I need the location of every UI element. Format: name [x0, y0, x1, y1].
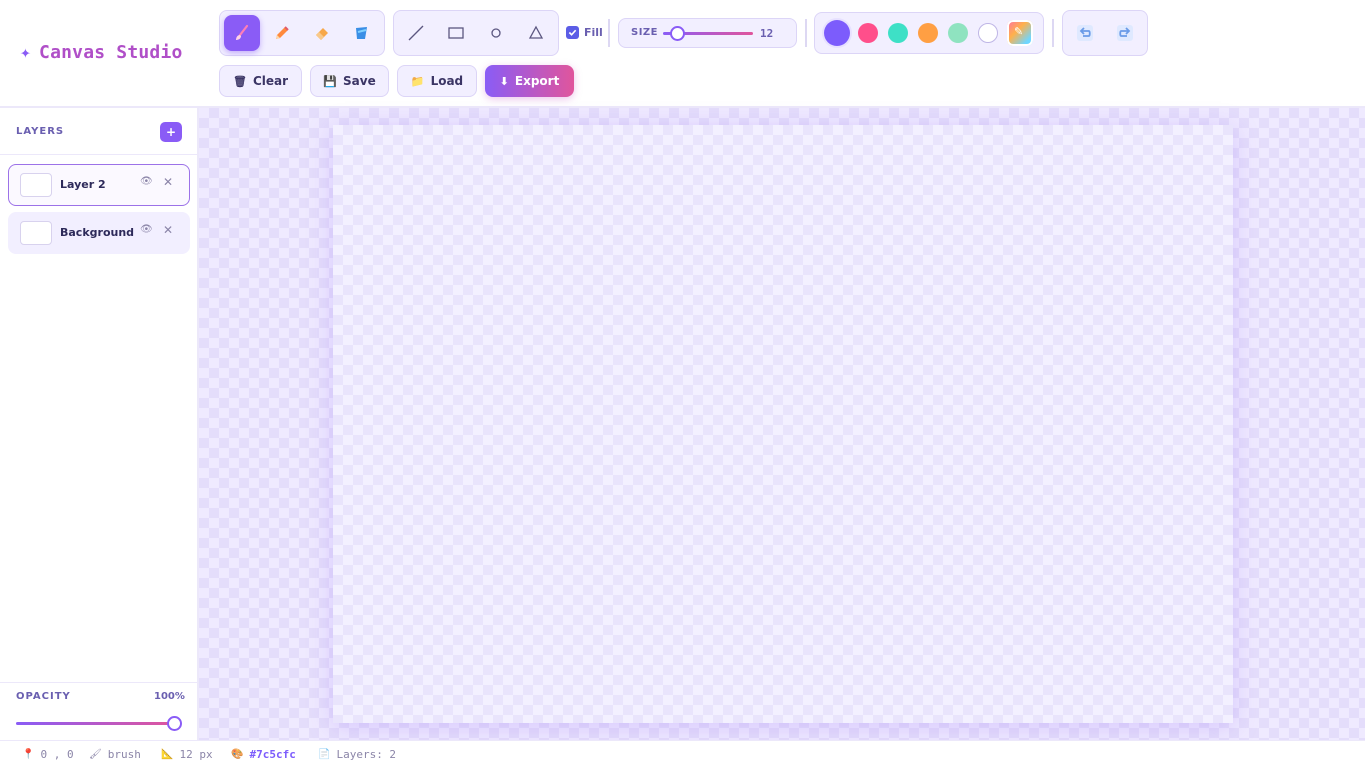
drawing-tools-group [219, 10, 385, 56]
top-toolbar: ✦ Canvas Studio Fill SIZE 12 ✎ 🗑 Clear 💾… [0, 0, 1365, 108]
workspace-area [199, 108, 1365, 740]
redo-button[interactable] [1107, 15, 1143, 51]
sparkle-icon: ✦ [20, 42, 32, 63]
brush-icon: 🖌 [89, 749, 102, 760]
status-tool: 🖌 brush [89, 748, 141, 761]
rectangle-icon [448, 27, 464, 39]
trash-icon: 🗑 [232, 74, 247, 88]
size-label: SIZE [631, 27, 659, 38]
bucket-icon [356, 27, 367, 39]
color-swatch-white[interactable] [978, 23, 998, 43]
line-tool-button[interactable] [398, 15, 434, 51]
status-layers: 📄 Layers: 2 [318, 748, 397, 761]
undo-button[interactable] [1067, 15, 1103, 51]
size-value: 12 [760, 27, 774, 40]
undo-icon [1077, 25, 1093, 41]
document-icon: 📄 [318, 749, 331, 760]
triangle-tool-button[interactable] [518, 15, 554, 51]
status-color: 🎨 #7c5cfc [231, 748, 296, 761]
layer-name: Layer 2 [60, 178, 106, 191]
export-button[interactable]: ⬇ Export [485, 65, 574, 97]
toolbar-divider [608, 19, 610, 47]
brush-size-control: SIZE 12 [618, 18, 797, 48]
eye-icon[interactable]: 👁 [140, 224, 153, 235]
triangle-icon [528, 25, 544, 39]
pencil-icon [276, 26, 289, 39]
line-icon [408, 25, 424, 41]
fill-label: Fill [584, 26, 603, 39]
shape-tools-group [393, 10, 559, 56]
pin-icon: 📍 [22, 749, 35, 760]
checkmark-icon [568, 29, 577, 36]
color-swatch-teal[interactable] [888, 23, 908, 43]
palette-icon: 🎨 [231, 749, 244, 760]
layer-item[interactable]: Background 👁 ✕ [8, 212, 190, 254]
rectangle-tool-button[interactable] [438, 15, 474, 51]
opacity-value: 100% [154, 691, 185, 702]
brush-tool-button[interactable] [224, 15, 260, 51]
color-palette: ✎ [814, 12, 1044, 54]
layers-title: LAYERS [16, 126, 65, 137]
floppy-disk-icon: 💾 [323, 74, 337, 88]
size-slider-thumb[interactable] [670, 26, 685, 41]
opacity-label: OPACITY [16, 691, 71, 702]
toolbar-divider [1052, 19, 1054, 47]
app-title: ✦ Canvas Studio [20, 42, 183, 63]
status-size: 📐 12 px [161, 748, 213, 761]
palette-icon: ✎ [1014, 25, 1024, 38]
color-swatch-mint[interactable] [948, 23, 968, 43]
opacity-slider-thumb[interactable] [167, 716, 182, 731]
eye-icon[interactable]: 👁 [140, 176, 153, 187]
ruler-icon: 📐 [161, 749, 174, 760]
eraser-icon [316, 28, 328, 40]
brush-icon [236, 24, 249, 40]
status-bar: 📍 0 , 0 🖌 brush 📐 12 px 🎨 #7c5cfc 📄 Laye… [0, 740, 1365, 768]
color-swatch-pink[interactable] [858, 23, 878, 43]
history-group [1062, 10, 1148, 56]
layer-thumbnail [20, 173, 52, 197]
fill-toggle[interactable]: Fill [566, 26, 603, 39]
status-coordinates: 📍 0 , 0 [22, 748, 74, 761]
folder-icon: 📁 [410, 74, 425, 88]
pencil-tool-button[interactable] [264, 15, 300, 51]
color-swatch-violet[interactable] [824, 20, 850, 46]
fill-checkbox[interactable] [566, 26, 579, 39]
add-layer-button[interactable]: + [160, 122, 182, 142]
download-icon: ⬇ [499, 74, 509, 88]
color-swatch-orange[interactable] [918, 23, 938, 43]
load-button[interactable]: 📁 Load [397, 65, 477, 97]
redo-icon [1117, 25, 1133, 41]
save-button[interactable]: 💾 Save [310, 65, 389, 97]
drawing-canvas[interactable] [333, 125, 1233, 723]
clear-button[interactable]: 🗑 Clear [219, 65, 302, 97]
divider [0, 154, 197, 155]
toolbar-divider [805, 19, 807, 47]
custom-color-picker[interactable]: ✎ [1007, 20, 1033, 46]
layer-name: Background [60, 226, 135, 239]
divider [0, 682, 197, 683]
circle-tool-button[interactable] [478, 15, 514, 51]
close-icon[interactable]: ✕ [163, 223, 173, 237]
close-icon[interactable]: ✕ [163, 175, 173, 189]
layers-panel: LAYERS + Layer 2 👁 ✕ Background 👁 ✕ OPAC… [0, 108, 199, 740]
opacity-slider-track[interactable] [16, 722, 176, 725]
layer-item[interactable]: Layer 2 👁 ✕ [8, 164, 190, 206]
eraser-tool-button[interactable] [304, 15, 340, 51]
circle-icon [491, 28, 501, 38]
layer-thumbnail [20, 221, 52, 245]
bucket-tool-button[interactable] [344, 15, 380, 51]
